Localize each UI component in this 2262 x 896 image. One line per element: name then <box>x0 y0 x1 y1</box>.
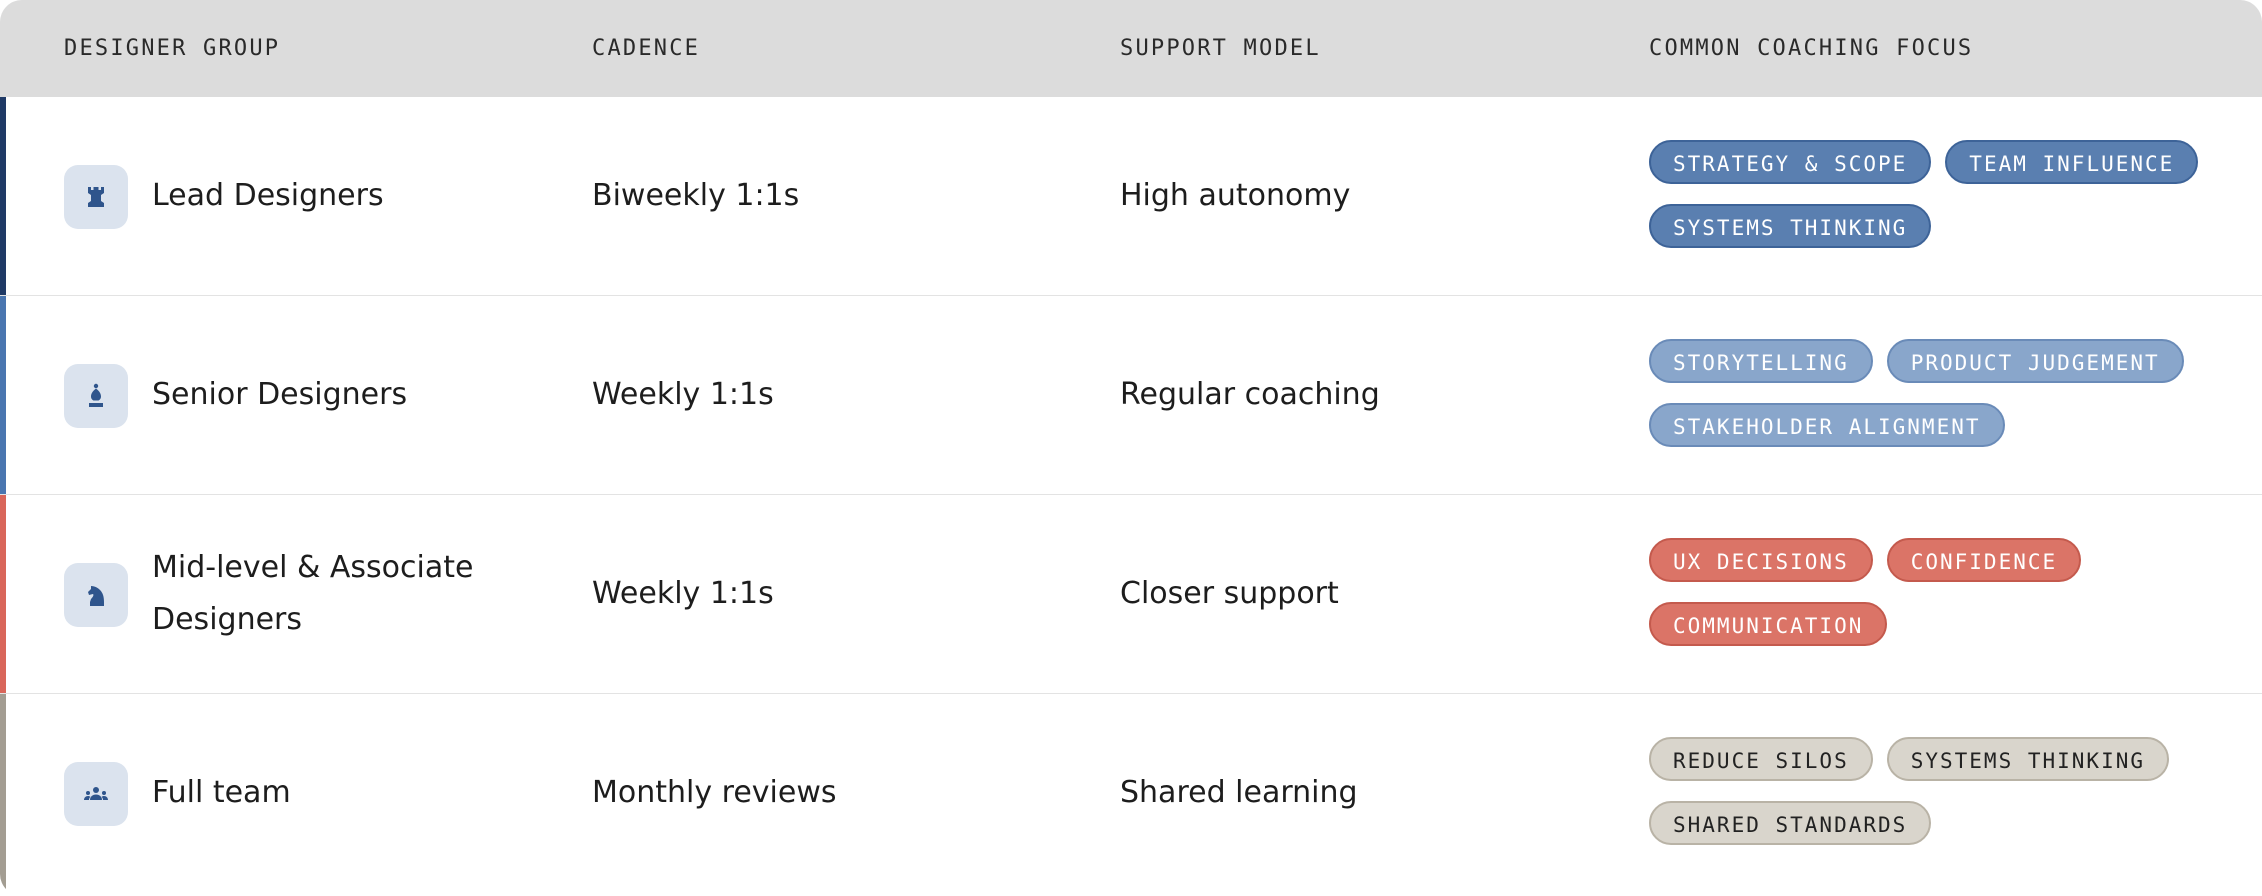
support-value: Regular coaching <box>1120 377 1380 412</box>
header-support-model: SUPPORT MODEL <box>1120 36 1321 61</box>
table-row: Full team Monthly reviews Shared learnin… <box>0 694 2262 896</box>
focus-tag: CONFIDENCE <box>1886 538 2082 582</box>
header-designer-group: DESIGNER GROUP <box>64 36 281 61</box>
support-value: High autonomy <box>1120 178 1351 213</box>
team-icon <box>64 762 128 826</box>
cadence-value: Monthly reviews <box>592 775 837 810</box>
focus-tag: COMMUNICATION <box>1649 602 1888 646</box>
table-header: DESIGNER GROUP CADENCE SUPPORT MODEL COM… <box>0 0 2262 97</box>
focus-tag: STORYTELLING <box>1649 339 1873 383</box>
cadence-value: Biweekly 1:1s <box>592 178 800 213</box>
focus-tag: STAKEHOLDER ALIGNMENT <box>1649 403 2005 447</box>
coaching-focus-tags: STRATEGY & SCOPE TEAM INFLUENCE SYSTEMS T… <box>1649 140 2249 268</box>
support-value: Closer support <box>1120 576 1339 611</box>
group-name: Mid-level & Associate Designers <box>152 550 474 637</box>
coaching-focus-tags: UX DECISIONS CONFIDENCE COMMUNICATION <box>1649 538 2249 666</box>
table-row: Lead Designers Biweekly 1:1s High autono… <box>0 97 2262 296</box>
focus-tag: SYSTEMS THINKING <box>1886 737 2170 781</box>
group-name: Lead Designers <box>152 178 384 213</box>
cadence-value: Weekly 1:1s <box>592 576 774 611</box>
support-value: Shared learning <box>1120 775 1358 810</box>
bishop-icon <box>64 364 128 428</box>
rook-icon <box>64 165 128 229</box>
focus-tag: SHARED STANDARDS <box>1649 801 1932 845</box>
focus-tag: STRATEGY & SCOPE <box>1649 140 1932 184</box>
row-accent-bar <box>0 296 6 494</box>
group-name: Full team <box>152 775 291 810</box>
focus-tag: TEAM INFLUENCE <box>1945 140 2199 184</box>
coaching-focus-tags: REDUCE SILOS SYSTEMS THINKING SHARED STAN… <box>1649 737 2249 865</box>
cadence-value: Weekly 1:1s <box>592 377 774 412</box>
knight-icon <box>64 563 128 627</box>
row-accent-bar <box>0 495 6 693</box>
coaching-table: DESIGNER GROUP CADENCE SUPPORT MODEL COM… <box>0 0 2262 896</box>
group-name: Senior Designers <box>152 377 408 412</box>
focus-tag: SYSTEMS THINKING <box>1649 204 1932 248</box>
table-row: Mid-level & Associate Designers Weekly 1… <box>0 495 2262 694</box>
header-cadence: CADENCE <box>592 36 701 61</box>
coaching-focus-tags: STORYTELLING PRODUCT JUDGEMENT STAKEHOLDE… <box>1649 339 2249 467</box>
focus-tag: UX DECISIONS <box>1649 538 1873 582</box>
table-row: Senior Designers Weekly 1:1s Regular coa… <box>0 296 2262 495</box>
focus-tag: REDUCE SILOS <box>1649 737 1873 781</box>
focus-tag: PRODUCT JUDGEMENT <box>1886 339 2184 383</box>
header-coaching-focus: COMMON COACHING FOCUS <box>1649 36 1974 61</box>
row-accent-bar <box>0 97 6 295</box>
row-accent-bar <box>0 694 6 896</box>
